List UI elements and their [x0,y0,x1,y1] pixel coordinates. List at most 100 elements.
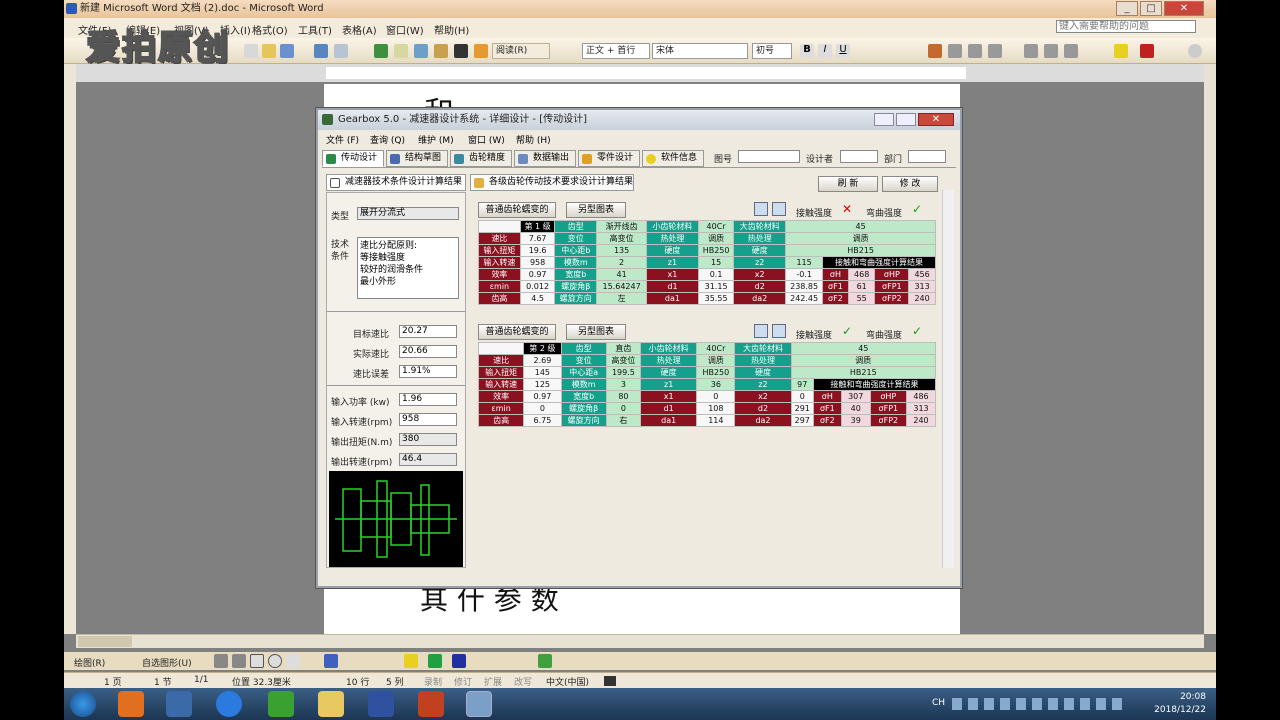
taskbar-word-icon[interactable] [368,691,394,717]
drawing-icon[interactable] [434,44,448,58]
stage1-tool-icon[interactable] [754,202,768,216]
drawing-no-input[interactable] [738,150,800,163]
tab-transmission[interactable]: 传动设计 [322,150,384,167]
save-icon[interactable] [280,44,294,58]
shadow-icon[interactable] [538,654,552,668]
dialog-menu-help[interactable]: 帮助 (H) [516,133,551,146]
wordart-icon[interactable] [324,654,338,668]
font-color-icon[interactable] [1140,44,1154,58]
align-center-icon[interactable] [948,44,962,58]
bullets-icon[interactable] [1044,44,1058,58]
hyperlink-icon[interactable] [374,44,388,58]
draw-menu[interactable]: 绘图(R) [74,656,105,669]
taskbar-clock[interactable]: 20:08 2018/12/22 [1154,691,1206,717]
dialog-menu-maintain[interactable]: 维护 (M) [418,133,454,146]
status-ovr[interactable]: 改写 [514,675,532,688]
dialog-menu-query[interactable]: 查询 (Q) [370,133,405,146]
modify-button[interactable]: 修 改 [882,176,938,192]
dialog-minimize-button[interactable] [874,113,894,126]
stage1-tool2-icon[interactable] [772,202,786,216]
text-color-icon[interactable] [452,654,466,668]
status-rec[interactable]: 录制 [424,675,442,688]
columns-icon[interactable] [414,44,428,58]
style-select[interactable]: 正文 + 首行 [582,43,650,59]
underline-icon[interactable]: U [836,44,850,58]
textbox-icon[interactable] [286,654,300,668]
numbering-icon[interactable] [1024,44,1038,58]
tray-icons[interactable] [952,698,1122,710]
minimize-button[interactable]: _ [1116,1,1138,16]
subtab-reducer-conditions[interactable]: 减速器技术条件设计计算结果 [326,174,466,191]
read-mode-button[interactable]: 阅读(R) [492,43,550,59]
tray-lang[interactable]: CH [932,698,945,708]
undo-icon[interactable] [314,44,328,58]
taskbar-app-7-icon[interactable] [418,691,444,717]
oval-tool-icon[interactable] [268,654,282,668]
stage2-tool2-icon[interactable] [772,324,786,338]
menu-tools[interactable]: 工具(T) [298,22,332,37]
dialog-scrollbar[interactable] [942,190,954,568]
align-left-icon[interactable] [928,44,942,58]
spelling-icon[interactable] [604,676,616,686]
dept-input[interactable] [908,150,946,163]
restore-button[interactable]: □ [1140,1,1162,16]
start-button-icon[interactable] [70,691,96,717]
new-doc-icon[interactable] [244,44,258,58]
menu-format[interactable]: 格式(O) [252,22,288,37]
show-hide-icon[interactable] [474,44,488,58]
arrow-tool-icon[interactable] [232,654,246,668]
taskbar-iqiyi-icon[interactable] [268,691,294,717]
size-select[interactable]: 初号 [752,43,792,59]
taskbar-app-2-icon[interactable] [166,691,192,717]
line-color-icon[interactable] [428,654,442,668]
font-select[interactable]: 宋体 [652,43,748,59]
designer-input[interactable] [840,150,878,163]
line-tool-icon[interactable] [214,654,228,668]
type-value[interactable]: 展开分流式 [357,207,459,220]
tab-gear-precision[interactable]: 齿轮精度 [450,150,512,167]
horizontal-scrollbar[interactable] [76,634,1204,648]
autoshape-menu[interactable]: 自选图形(U) [142,656,192,669]
tab-part-design[interactable]: 零件设计 [578,150,640,167]
vertical-scrollbar[interactable] [1204,64,1216,634]
indent-icon[interactable] [1064,44,1078,58]
stage2-chart-button[interactable]: 另型图表 [566,324,626,340]
dialog-menu-window[interactable]: 窗口 (W) [468,133,505,146]
taskbar-app-1-icon[interactable] [118,691,144,717]
highlight-icon[interactable] [1114,44,1128,58]
stage2-tool-icon[interactable] [754,324,768,338]
menu-help[interactable]: 帮助(H) [434,22,469,37]
view-buttons[interactable] [78,636,132,647]
dialog-close-button[interactable]: ✕ [918,113,954,126]
horizontal-ruler[interactable] [76,64,1206,82]
stage1-chart-button[interactable]: 另型图表 [566,202,626,218]
status-rev[interactable]: 修订 [454,675,472,688]
help-search-input[interactable]: 键入需要帮助的问题 [1056,20,1196,33]
vertical-ruler[interactable] [64,64,76,634]
taskbar-gearbox-icon[interactable] [466,691,492,717]
justify-icon[interactable] [988,44,1002,58]
subtab-stage-requirements[interactable]: 各级齿轮传动技术要求设计计算结果 [470,174,634,191]
menu-window[interactable]: 窗口(W) [386,22,424,37]
tab-software-info[interactable]: 软件信息 [642,150,704,167]
bold-icon[interactable]: B [800,44,814,58]
stage2-gear-type-button[interactable]: 普通齿轮蠕变的 [478,324,556,340]
open-icon[interactable] [262,44,276,58]
refresh-button[interactable]: 刷 新 [818,176,878,192]
fill-color-icon[interactable] [404,654,418,668]
doc-map-icon[interactable] [454,44,468,58]
taskbar-app-3-icon[interactable] [216,691,242,717]
help-icon[interactable] [1188,44,1202,58]
italic-icon[interactable]: I [818,44,832,58]
redo-icon[interactable] [334,44,348,58]
menu-table[interactable]: 表格(A) [342,22,377,37]
align-right-icon[interactable] [968,44,982,58]
rectangle-tool-icon[interactable] [250,654,264,668]
tab-structure[interactable]: 结构草图 [386,150,448,167]
taskbar-folder-icon[interactable] [318,691,344,717]
status-ext[interactable]: 扩展 [484,675,502,688]
dialog-maximize-button[interactable] [896,113,916,126]
dialog-menu-file[interactable]: 文件 (F) [326,133,359,146]
tab-data-output[interactable]: 数据输出 [514,150,576,167]
close-button[interactable]: ✕ [1164,1,1204,16]
